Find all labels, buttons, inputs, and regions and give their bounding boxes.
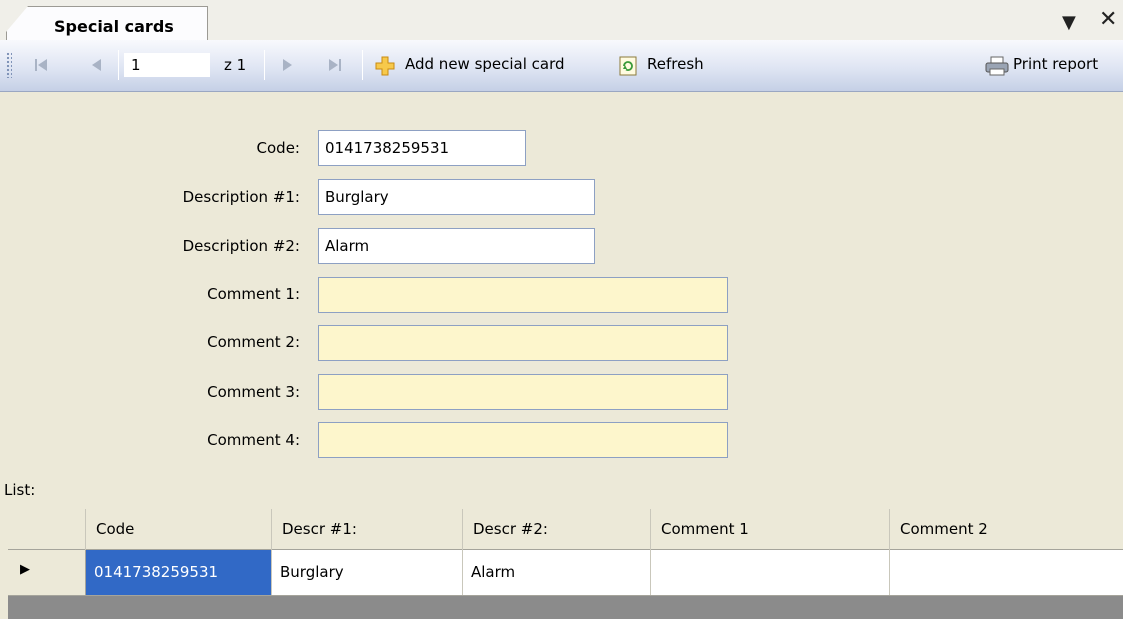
last-record-icon[interactable] [324, 54, 346, 76]
column-header-code[interactable]: Code [86, 509, 272, 550]
print-report-button[interactable]: Print report [1013, 55, 1098, 73]
navigation-toolbar: z 1 Add new special card Refresh Print r… [0, 40, 1123, 92]
refresh-button[interactable]: Refresh [647, 55, 704, 73]
code-label: Code: [256, 139, 300, 157]
cell-comment-2[interactable] [890, 550, 1123, 595]
description-1-label: Description #1: [182, 188, 300, 206]
refresh-icon[interactable] [617, 55, 639, 77]
code-field[interactable]: 0141738259531 [318, 130, 526, 166]
current-row-arrow-icon: ▶ [20, 562, 30, 577]
comment-3-label: Comment 3: [207, 383, 300, 401]
comment-1-label: Comment 1: [207, 285, 300, 303]
column-header-descr-2[interactable]: Descr #2: [463, 509, 651, 550]
cell-descr-1[interactable]: Burglary [272, 550, 463, 595]
close-icon[interactable]: ✕ [1099, 9, 1117, 31]
comment-2-field[interactable] [318, 325, 728, 361]
cell-comment-1[interactable] [651, 550, 890, 595]
special-cards-grid: Code Descr #1: Descr #2: Comment 1 Comme… [8, 509, 1123, 619]
table-row[interactable]: 0141738259531 Burglary Alarm [8, 550, 1123, 596]
column-header-comment-2[interactable]: Comment 2 [890, 509, 1123, 550]
cell-descr-2[interactable]: Alarm [463, 550, 651, 595]
comment-4-field[interactable] [318, 422, 728, 458]
list-label: List: [4, 481, 36, 499]
tab-title: Special cards [54, 17, 174, 36]
comment-2-label: Comment 2: [207, 333, 300, 351]
page-count-label: z 1 [224, 56, 247, 74]
tab-strip: Special cards ▼ ✕ [0, 0, 1123, 41]
first-record-icon[interactable] [30, 54, 52, 76]
comment-1-field[interactable] [318, 277, 728, 313]
toolbar-separator [362, 50, 363, 80]
page-number-input[interactable] [124, 53, 210, 77]
cell-code[interactable]: 0141738259531 [86, 550, 272, 595]
row-selector[interactable]: ▶ [8, 550, 86, 596]
column-header-descr-1[interactable]: Descr #1: [272, 509, 463, 550]
toolbar-separator [118, 50, 119, 80]
previous-record-icon[interactable] [86, 54, 108, 76]
description-1-field[interactable]: Burglary [318, 179, 595, 215]
printer-icon[interactable] [984, 55, 1010, 77]
pin-dropdown-icon[interactable]: ▼ [1062, 12, 1076, 33]
grid-header-row: Code Descr #1: Descr #2: Comment 1 Comme… [8, 509, 1123, 550]
toolbar-separator [264, 50, 265, 80]
column-header-comment-1[interactable]: Comment 1 [651, 509, 890, 550]
description-2-label: Description #2: [182, 237, 300, 255]
toolbar-grip[interactable] [6, 52, 12, 78]
comment-4-label: Comment 4: [207, 431, 300, 449]
grid-corner [8, 509, 86, 550]
add-new-special-card-button[interactable]: Add new special card [405, 55, 565, 73]
comment-3-field[interactable] [318, 374, 728, 410]
next-record-icon[interactable] [276, 54, 298, 76]
add-icon[interactable] [374, 55, 396, 77]
description-2-field[interactable]: Alarm [318, 228, 595, 264]
